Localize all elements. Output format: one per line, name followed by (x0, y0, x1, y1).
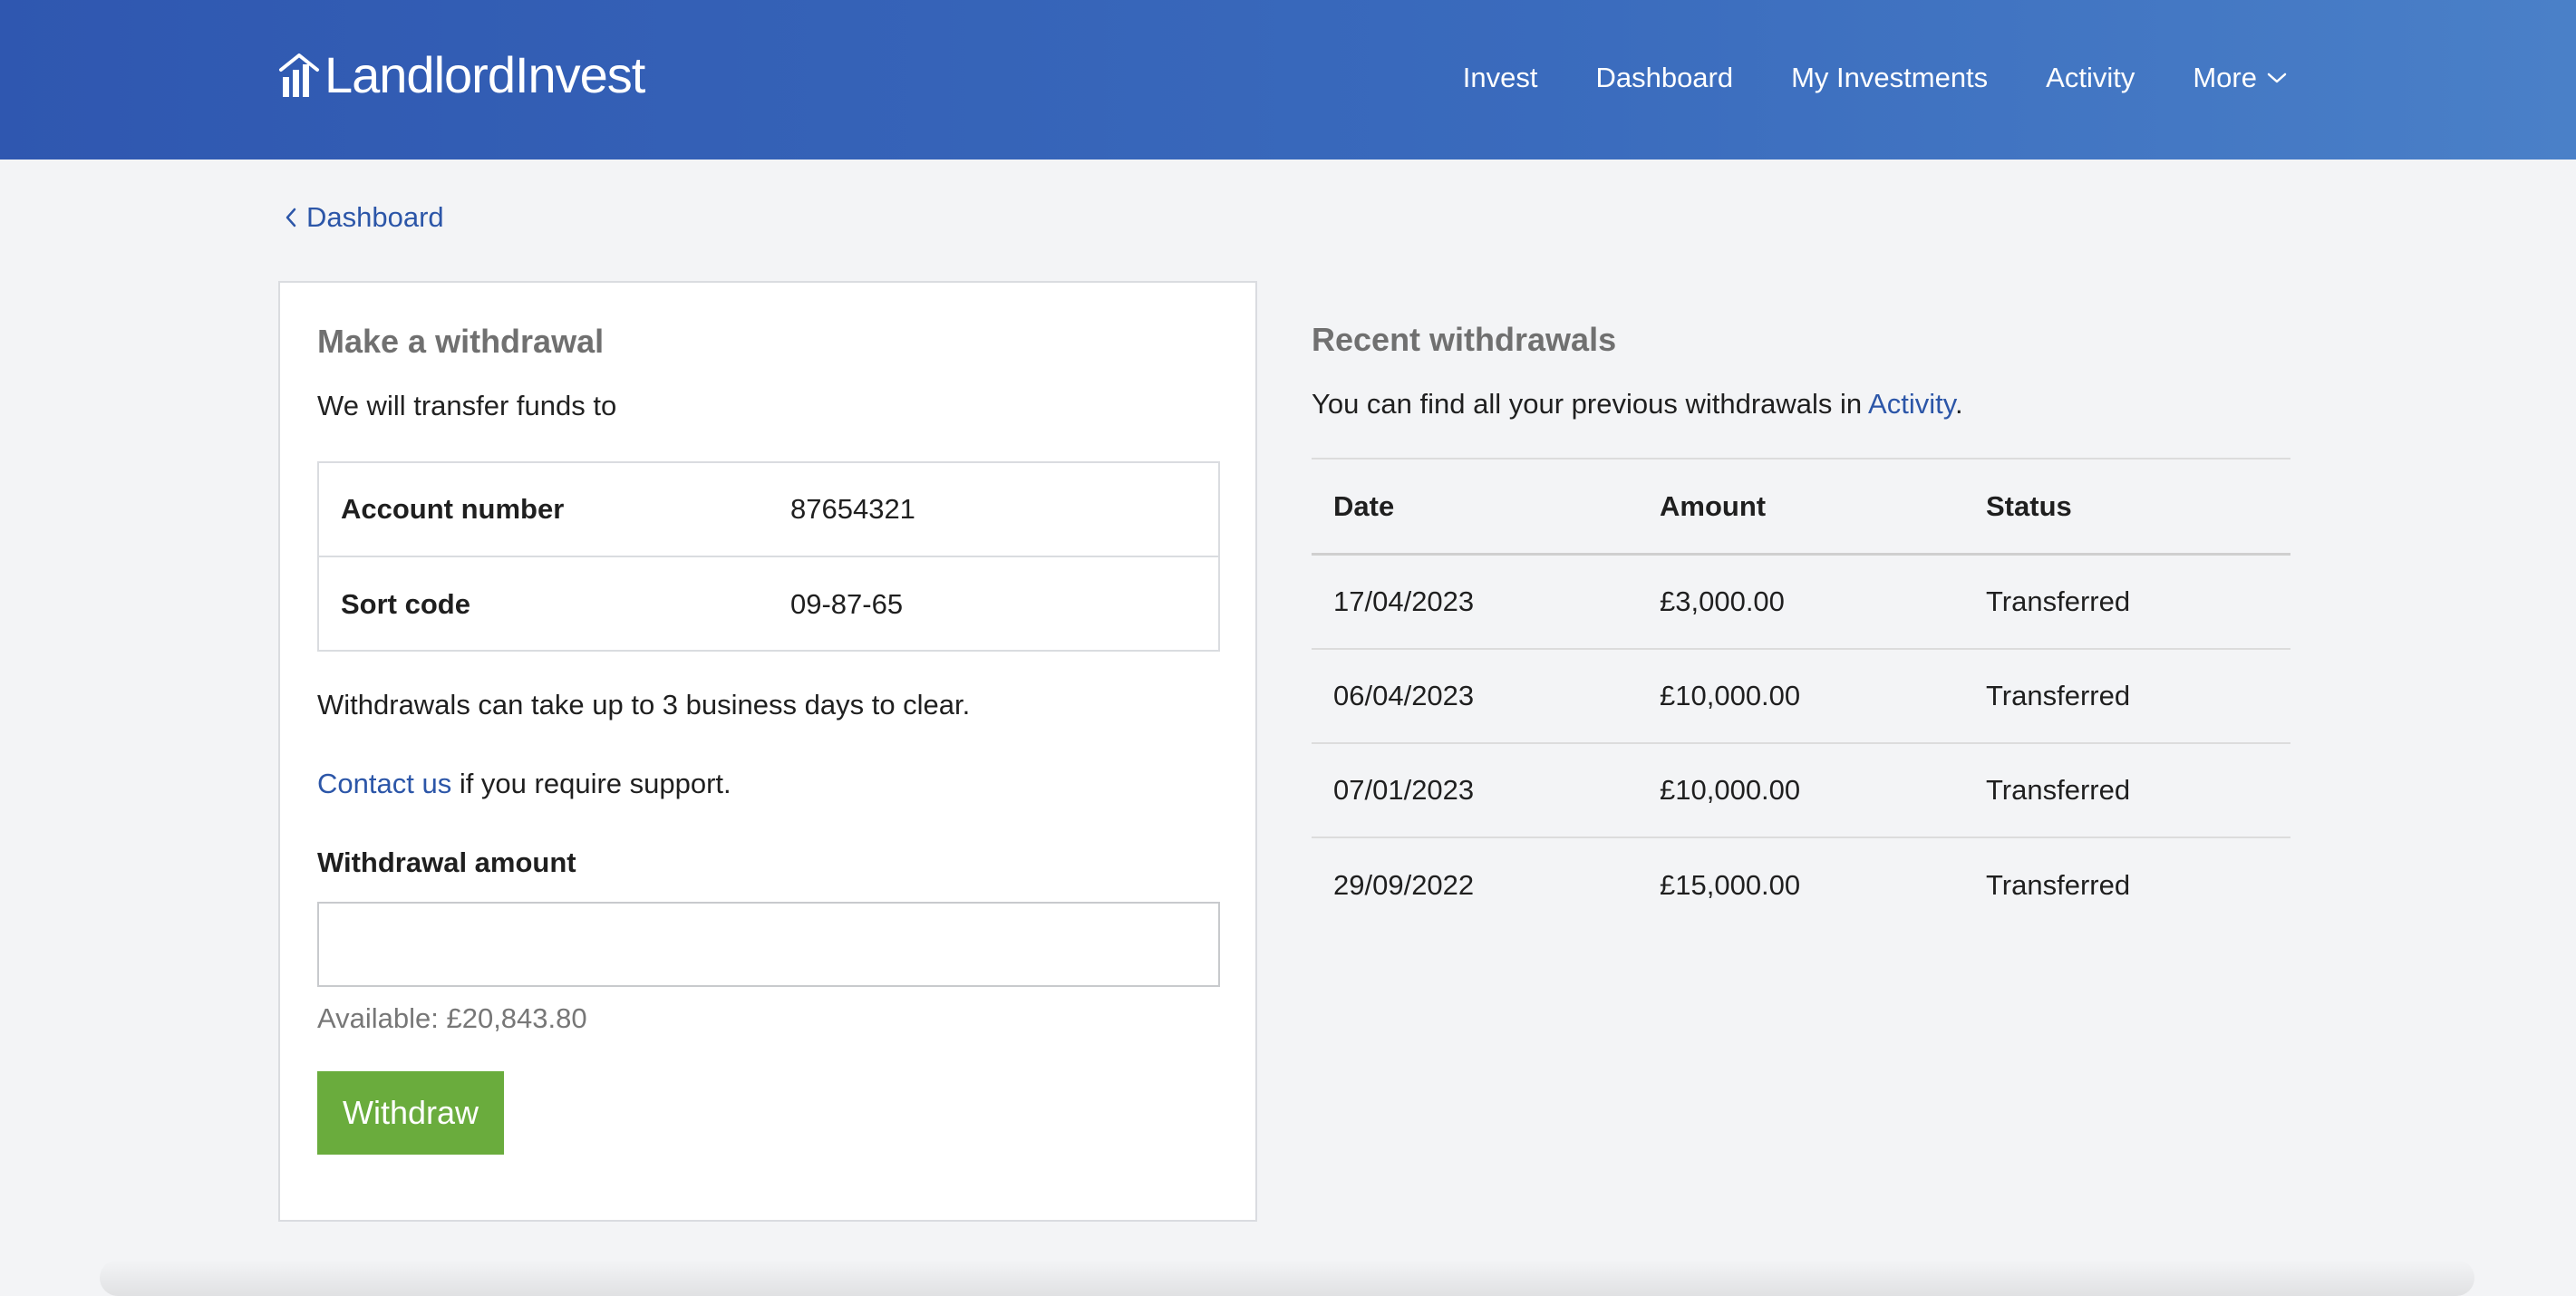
table-row: 07/01/2023 £10,000.00 Transferred (1312, 744, 2290, 838)
footer-shadow (100, 1260, 2474, 1296)
row-status: Transferred (1986, 680, 2131, 711)
support-note: Contact us if you require support. (317, 768, 731, 800)
available-balance: Available: £20,843.80 (317, 1002, 587, 1034)
nav-invest[interactable]: Invest (1463, 62, 1538, 94)
intro-text: You can find all your previous withdrawa… (1312, 388, 1869, 420)
account-number-row: Account number 87654321 (319, 463, 1218, 557)
row-date: 07/01/2023 (1333, 774, 1475, 806)
table-header: Date Amount Status (1312, 459, 2290, 556)
back-link-label: Dashboard (306, 201, 444, 233)
nav-more-label: More (2193, 62, 2257, 93)
activity-link[interactable]: Activity (1868, 388, 1955, 420)
logo-text: LandlordInvest (324, 45, 645, 103)
card-title: Make a withdrawal (317, 323, 605, 360)
nav-activity[interactable]: Activity (2046, 62, 2135, 94)
bar-chart-roof-icon (279, 53, 319, 97)
chevron-left-icon (286, 208, 296, 227)
support-note-text: if you require support. (451, 768, 731, 799)
withdrawal-amount-label: Withdrawal amount (317, 846, 576, 878)
row-status: Transferred (1986, 774, 2131, 806)
clearing-note: Withdrawals can take up to 3 business da… (317, 689, 971, 721)
account-number-value: 87654321 (790, 493, 915, 525)
sort-code-label: Sort code (341, 588, 470, 620)
nav-my-investments[interactable]: My Investments (1791, 62, 1988, 94)
column-header-status: Status (1986, 489, 2072, 522)
row-date: 29/09/2022 (1333, 869, 1475, 901)
table-row: 06/04/2023 £10,000.00 Transferred (1312, 650, 2290, 744)
withdrawal-card: Make a withdrawal We will transfer funds… (278, 281, 1257, 1222)
table-row: 29/09/2022 £15,000.00 Transferred (1312, 838, 2290, 933)
row-status: Transferred (1986, 869, 2131, 901)
logo[interactable]: LandlordInvest (277, 45, 645, 103)
row-amount: £15,000.00 (1660, 869, 1801, 901)
chevron-down-icon (2267, 73, 2287, 83)
row-date: 06/04/2023 (1333, 680, 1475, 711)
row-date: 17/04/2023 (1333, 585, 1475, 617)
bank-account-table: Account number 87654321 Sort code 09-87-… (317, 461, 1220, 652)
withdrawal-amount-input[interactable] (317, 902, 1220, 987)
column-header-date: Date (1333, 489, 1395, 522)
transfer-intro: We will transfer funds to (317, 390, 617, 421)
sort-code-row: Sort code 09-87-65 (319, 557, 1218, 652)
nav-dashboard[interactable]: Dashboard (1595, 62, 1733, 94)
top-header: LandlordInvest Invest Dashboard My Inves… (0, 0, 2576, 160)
row-amount: £3,000.00 (1660, 585, 1785, 617)
column-header-amount: Amount (1660, 489, 1767, 522)
main-nav: Invest Dashboard My Investments Activity… (1405, 51, 2288, 105)
row-status: Transferred (1986, 585, 2131, 617)
table-row: 17/04/2023 £3,000.00 Transferred (1312, 556, 2290, 650)
withdraw-button[interactable]: Withdraw (317, 1071, 504, 1155)
recent-withdrawals-intro: You can find all your previous withdrawa… (1312, 388, 1963, 421)
withdrawals-table: Date Amount Status 17/04/2023 £3,000.00 … (1312, 458, 2290, 933)
row-amount: £10,000.00 (1660, 774, 1801, 806)
contact-us-link[interactable]: Contact us (317, 768, 451, 799)
row-amount: £10,000.00 (1660, 680, 1801, 711)
account-number-label: Account number (341, 493, 565, 525)
intro-period: . (1954, 388, 1963, 420)
nav-more[interactable]: More (2193, 62, 2288, 94)
recent-withdrawals-title: Recent withdrawals (1312, 321, 1617, 358)
sort-code-value: 09-87-65 (790, 588, 904, 620)
back-to-dashboard-link[interactable]: Dashboard (285, 201, 444, 234)
